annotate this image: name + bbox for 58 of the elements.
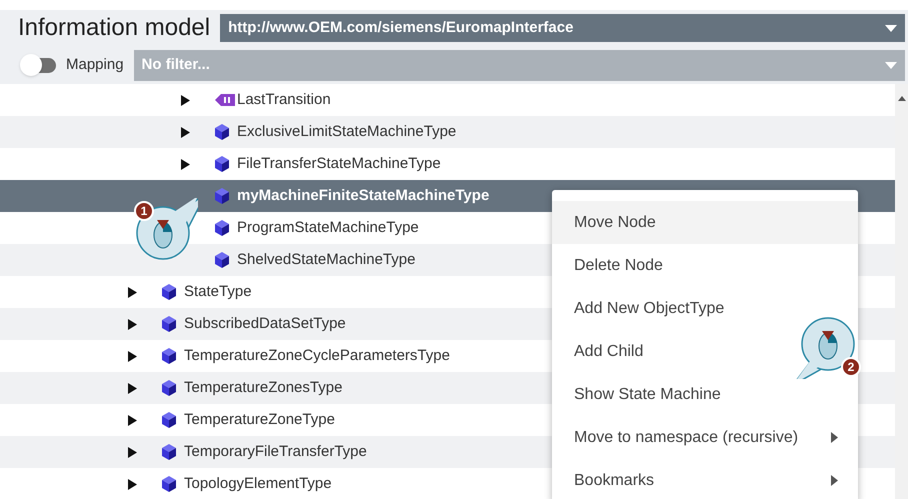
expand-arrow-icon[interactable] <box>128 382 137 394</box>
expand-arrow-icon[interactable] <box>128 478 137 490</box>
mapping-label: Mapping <box>66 55 124 76</box>
menu-item-label: Bookmarks <box>574 470 654 490</box>
cube-icon <box>214 251 230 269</box>
expand-arrow-icon[interactable] <box>128 446 137 458</box>
panel-title: Information model <box>18 14 210 42</box>
cube-icon <box>161 443 177 461</box>
menu-item[interactable]: Delete Node <box>552 244 858 287</box>
cube-icon <box>161 347 177 365</box>
expand-arrow-icon[interactable] <box>128 414 137 426</box>
cube-icon <box>161 411 177 429</box>
cube-icon <box>214 123 230 141</box>
cube-icon <box>161 315 177 333</box>
cube-icon <box>214 219 230 237</box>
cube-icon <box>161 475 177 493</box>
cube-icon <box>214 155 230 173</box>
node-label: ExclusiveLimitStateMachineType <box>237 122 456 142</box>
variable-icon <box>214 93 236 107</box>
menu-item[interactable]: Show State Machine <box>552 373 858 416</box>
filter-dropdown[interactable]: No filter... <box>134 50 905 81</box>
namespace-dropdown[interactable]: http://www.OEM.com/siemens/EuromapInterface <box>220 14 905 42</box>
cube-icon <box>161 283 177 301</box>
expand-arrow-icon[interactable] <box>181 94 190 106</box>
cube-icon <box>214 187 230 205</box>
menu-item[interactable]: Move to namespace (recursive) <box>552 416 858 459</box>
node-label: FileTransferStateMachineType <box>237 154 441 174</box>
menu-item[interactable]: Add New ObjectType <box>552 287 858 330</box>
expand-arrow-icon[interactable] <box>181 126 190 138</box>
menu-item-label: Add Child <box>574 342 644 362</box>
node-label: myMachineFiniteStateMachineType <box>237 186 490 206</box>
node-label: TemperatureZoneType <box>184 410 335 430</box>
menu-item[interactable]: Bookmarks <box>552 459 858 499</box>
node-label: ProgramStateMachineType <box>237 218 419 238</box>
expand-arrow-icon[interactable] <box>128 286 137 298</box>
node-label: TemperatureZonesType <box>184 378 342 398</box>
node-label: LastTransition <box>237 90 331 110</box>
expand-arrow-icon[interactable] <box>128 350 137 362</box>
menu-item[interactable]: Move Node <box>552 201 858 244</box>
dropdown-caret-icon <box>885 62 897 69</box>
menu-item-label: Show State Machine <box>574 384 721 404</box>
tree-row[interactable]: ExclusiveLimitStateMachineType <box>0 116 895 148</box>
node-label: TopologyElementType <box>184 474 332 494</box>
node-label: TemporaryFileTransferType <box>184 442 367 462</box>
menu-item-label: Move Node <box>574 212 656 232</box>
dropdown-caret-icon <box>885 24 897 32</box>
expand-arrow-icon[interactable] <box>181 158 190 170</box>
cube-icon <box>161 379 177 397</box>
namespace-value: http://www.OEM.com/siemens/EuromapInterface <box>228 18 574 38</box>
scroll-up-arrow-icon[interactable] <box>898 96 906 101</box>
filter-input[interactable]: No filter... <box>142 54 442 77</box>
scrollbar[interactable] <box>895 84 908 499</box>
expand-arrow-icon[interactable] <box>128 318 137 330</box>
node-label: SubscribedDataSetType <box>184 314 346 334</box>
node-label: TemperatureZoneCycleParametersType <box>184 346 450 366</box>
menu-item-label: Delete Node <box>574 256 663 276</box>
node-label: StateType <box>184 282 252 302</box>
node-label: ShelvedStateMachineType <box>237 250 416 270</box>
